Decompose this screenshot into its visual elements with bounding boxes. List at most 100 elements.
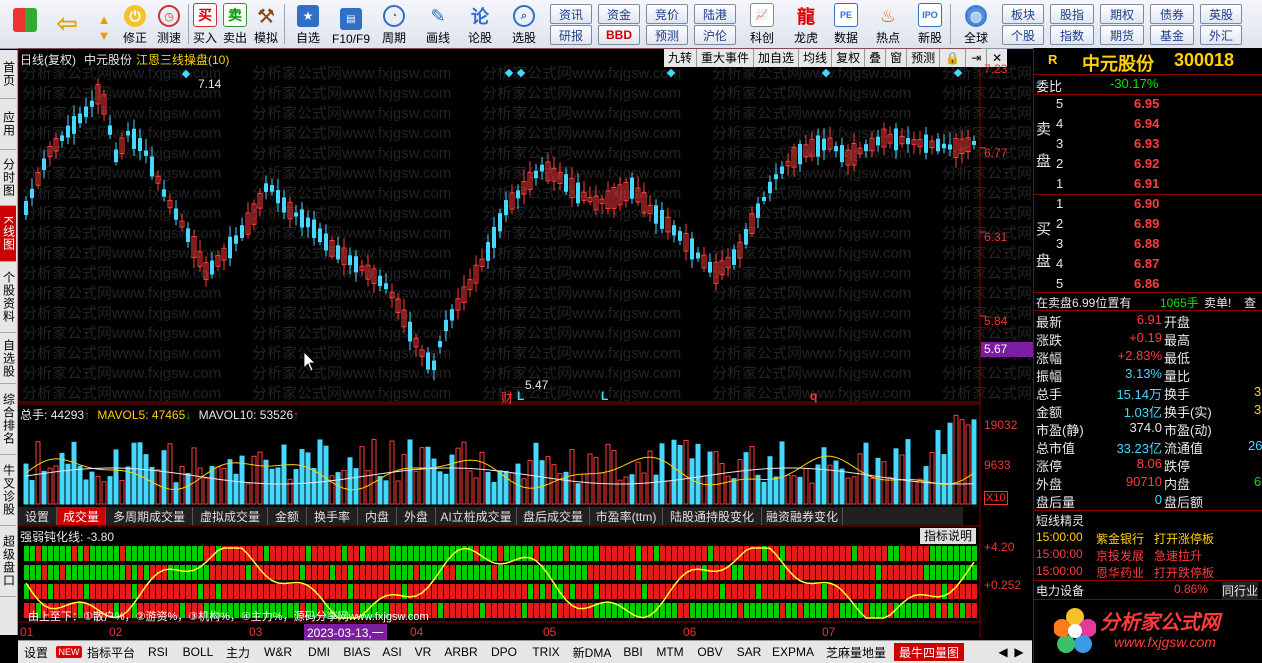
quick-funds[interactable]: 资金 [598, 4, 640, 24]
ipo-button[interactable]: IPO 新股 [910, 2, 950, 46]
ask-row-4[interactable]: 4 6.94 [1034, 116, 1262, 133]
bid-row-3[interactable]: 3 6.88 [1034, 236, 1262, 253]
tab-stock-profile[interactable]: 个股资料 [0, 262, 16, 333]
volume-tab-ai[interactable]: AI立桩成交量 [436, 507, 517, 525]
scroll-right-icon[interactable]: ▶ [1012, 643, 1026, 661]
hotspot-button[interactable]: ♨ 热点 [868, 2, 908, 46]
stock-picker-button[interactable]: ⌕ 选股 [502, 2, 546, 46]
scroll-left-icon[interactable]: ◀ [996, 643, 1010, 661]
bottom-tab-sar[interactable]: SAR [732, 643, 766, 661]
quick-forex[interactable]: 外汇 [1200, 25, 1242, 45]
tab-diagnosis[interactable]: 牛叉诊股 [0, 455, 16, 526]
bottom-tab-settings[interactable]: 设置 [20, 643, 52, 661]
indicator-name-label[interactable]: 江恩三线操盘(10) [136, 51, 229, 68]
adjust-button[interactable]: 复权 [832, 49, 866, 67]
bottom-tab-dpo[interactable]: DPO [486, 643, 522, 661]
simulate-button[interactable]: ⚒ 模拟 [250, 2, 282, 46]
quick-uk-stocks[interactable]: 英股 [1200, 4, 1242, 24]
bottom-tab-trix[interactable]: TRIX [526, 643, 566, 661]
tab-home[interactable]: 首页 [0, 50, 16, 99]
bottom-tab-obv[interactable]: OBV [692, 643, 728, 661]
bottom-tab-rsi[interactable]: RSI [142, 643, 174, 661]
add-watchlist-button[interactable]: 加自选 [754, 49, 800, 67]
tab-watchlist[interactable]: 自选股 [0, 333, 16, 384]
volume-tab-amount[interactable]: 金额 [268, 507, 307, 525]
tab-intraday[interactable]: 分时图 [0, 150, 16, 206]
quick-sector[interactable]: 板块 [1002, 4, 1044, 24]
tab-ranking[interactable]: 综合排名 [0, 384, 16, 455]
tab-apps[interactable]: 应用 [0, 99, 16, 150]
forecast-button[interactable]: 预测 [907, 49, 941, 67]
bottom-tab-new-dma[interactable]: 新DMA [570, 643, 614, 661]
toolbar-fix-button[interactable]: ⏻ 修正 [118, 2, 152, 46]
bottom-tab-wr[interactable]: W&R [258, 643, 298, 661]
tab-super-orderbook[interactable]: 超级盘口 [0, 526, 16, 597]
tab-kline[interactable]: K线图 [0, 206, 16, 262]
ask-row-1[interactable]: 1 6.91 [1034, 176, 1262, 193]
large-order-more[interactable]: 查 [1244, 294, 1256, 311]
news-item[interactable]: 15:00:00 京投发展 急速拉升 [1034, 547, 1262, 564]
volume-tab-volume[interactable]: 成交量 [57, 507, 106, 525]
volume-tab-margin[interactable]: 融资融券变化 [762, 507, 843, 525]
sector-row[interactable]: 电力设备 0.86% 同行业 [1034, 582, 1262, 599]
kline-chart-canvas[interactable]: 分析家公式网www.fxjgsw.com 分析家公式网www.fxjgsw.com… [18, 48, 1032, 638]
bottom-tab-asi[interactable]: ASI [378, 643, 406, 661]
window-button[interactable]: 窗 [886, 49, 908, 67]
nav-up-down[interactable]: ▲ ▼ [90, 2, 118, 46]
quick-forecast[interactable]: 预测 [646, 25, 688, 45]
indicator-explain-button[interactable]: 指标说明 [920, 528, 977, 544]
financial-report-marker[interactable]: 财 [501, 389, 513, 406]
bottom-tab-best-four-volume[interactable]: 最牛四量图 [894, 643, 964, 661]
bottom-tab-expma[interactable]: EXPMA [770, 643, 816, 661]
volume-tab-settings[interactable]: 设置 [18, 507, 57, 525]
volume-tab-inner[interactable]: 内盘 [358, 507, 397, 525]
news-item[interactable]: 15:00:00 恩华药业 打开跌停板 [1034, 564, 1262, 581]
toolbar-speed-button[interactable]: ◷ 测速 [152, 2, 186, 46]
bid-row-4[interactable]: 4 6.87 [1034, 256, 1262, 273]
quick-news[interactable]: 资讯 [550, 4, 592, 24]
buy-button[interactable]: 买 买入 [190, 2, 220, 46]
bid-row-1[interactable]: 1 6.90 [1034, 196, 1262, 213]
bottom-tab-bias[interactable]: BIAS [340, 643, 374, 661]
event-marker-l[interactable]: L [601, 389, 608, 403]
quick-index-futures[interactable]: 股指 [1050, 4, 1094, 24]
quick-options[interactable]: 期权 [1100, 4, 1144, 24]
short-term-elf-title[interactable]: 短线精灵 [1034, 512, 1262, 529]
quick-shanghai-london[interactable]: 沪伦 [694, 25, 736, 45]
bid-row-2[interactable]: 2 6.89 [1034, 216, 1262, 233]
forum-button[interactable]: 论 论股 [462, 2, 498, 46]
windows-icon-button[interactable] [8, 2, 42, 46]
volume-tab-connect-holdings[interactable]: 陆股通持股变化 [663, 507, 762, 525]
quick-stocks[interactable]: 个股 [1002, 25, 1044, 45]
major-events-button[interactable]: 重大事件 [697, 49, 755, 67]
quick-research[interactable]: 研报 [550, 25, 592, 45]
bottom-tab-mtm[interactable]: MTM [652, 643, 688, 661]
volume-tab-turnover[interactable]: 换手率 [307, 507, 358, 525]
bottom-tab-indicator-platform[interactable]: 指标平台 [84, 643, 138, 661]
bottom-tab-boll[interactable]: BOLL [178, 643, 218, 661]
global-button[interactable]: ◍ 全球 [956, 2, 996, 46]
star-market-button[interactable]: 📈 科创 [742, 2, 782, 46]
back-button[interactable]: ⇦ [50, 2, 84, 46]
period-button[interactable]: ◔ 周期 [374, 2, 414, 46]
bottom-tab-arbr[interactable]: ARBR [440, 643, 482, 661]
volume-tab-virtual[interactable]: 虚拟成交量 [193, 507, 268, 525]
quick-bonds[interactable]: 债券 [1150, 4, 1194, 24]
bottom-tab-vr[interactable]: VR [410, 643, 436, 661]
bottom-tab-sesame-volume[interactable]: 芝麻量地量 [820, 643, 892, 661]
sell-button[interactable]: 卖 卖出 [220, 2, 250, 46]
bottom-tab-bbi[interactable]: BBI [618, 643, 648, 661]
bottom-tab-main-force[interactable]: 主力 [222, 643, 254, 661]
dragon-tiger-button[interactable]: 龍 龙虎 [786, 2, 826, 46]
ask-row-2[interactable]: 2 6.92 [1034, 156, 1262, 173]
quick-funds-2[interactable]: 基金 [1150, 25, 1194, 45]
quick-futures[interactable]: 期货 [1100, 25, 1144, 45]
f10-button[interactable]: ▤ F10/F9 [328, 2, 374, 46]
news-item[interactable]: 15:00:00 紫金银行 打开涨停板 [1034, 530, 1262, 547]
quick-hk-connect[interactable]: 陆港 [694, 4, 736, 24]
volume-tab-outer[interactable]: 外盘 [397, 507, 436, 525]
bid-row-5[interactable]: 5 6.86 [1034, 276, 1262, 293]
ask-row-3[interactable]: 3 6.93 [1034, 136, 1262, 153]
draw-button[interactable]: ✎ 画线 [418, 2, 458, 46]
volume-tab-multi-period[interactable]: 多周期成交量 [106, 507, 193, 525]
